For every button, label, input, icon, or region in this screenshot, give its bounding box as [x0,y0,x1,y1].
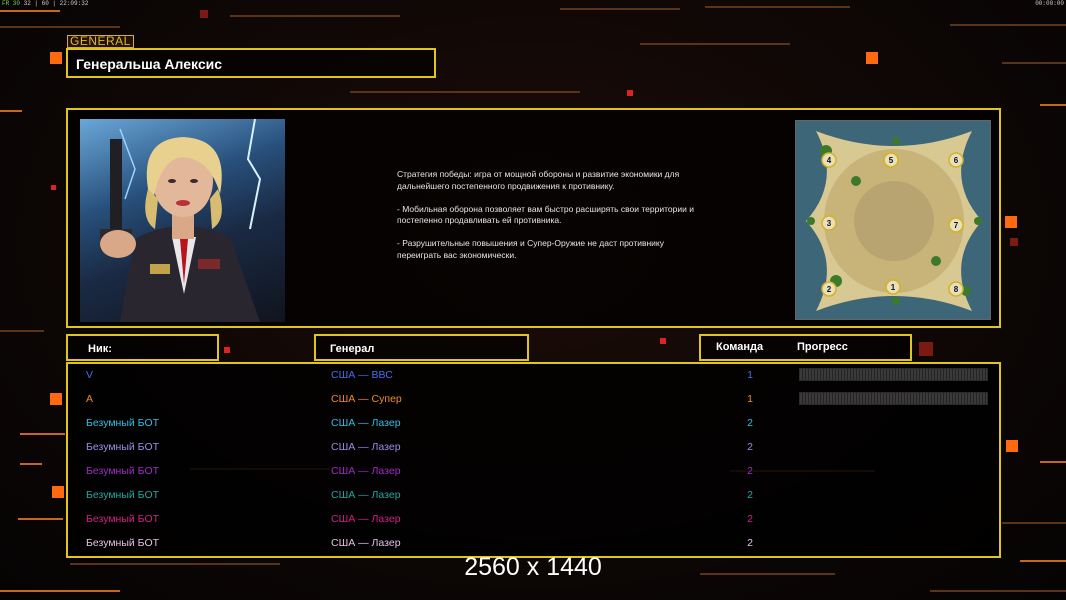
player-general: США — Лазер [331,513,401,525]
player-progress-bar [799,392,988,405]
map-slot-label: 1 [891,283,896,292]
player-team: 1 [747,393,753,405]
player-general: США — Супер [331,393,402,405]
description-paragraph: - Разрушительные повышения и Супер-Оружи… [397,238,664,260]
general-column-label: Генерал [330,343,375,355]
player-nick: Безумный БОТ [86,489,160,501]
map-slot-label: 8 [954,285,959,294]
fps-counter: FR 30 32 | 60 | 22:09:32 [2,0,89,7]
map-slot-label: 4 [827,156,832,165]
general-column-header: Генерал [314,334,529,361]
player-team: 2 [747,465,753,477]
map-slot-label: 5 [889,156,894,165]
player-nick: V [86,369,94,381]
player-team: 2 [747,417,753,429]
nick-column-label: Ник: [88,343,112,355]
player-nick: Безумный БОТ [86,441,160,453]
map-preview: 4 5 6 3 7 2 1 8 [795,120,991,320]
player-general: США — ВВС [331,369,393,381]
strategy-description: Стратегия победы: игра от мощной обороны… [397,169,697,273]
player-nick: Безумный БОТ [86,537,160,549]
player-team: 1 [747,369,753,381]
player-general: США — Лазер [331,441,401,453]
team-column-label: Команда [716,341,764,353]
player-team: 2 [747,441,753,453]
player-row: Безумный БОТ США — Лазер 2 [68,484,999,508]
player-nick: Безумный БОТ [86,417,160,429]
nick-column-header: Ник: [66,334,219,361]
system-status-bar: FR 30 32 | 60 | 22:09:32 00:00:00 [0,0,1066,7]
player-row: Безумный БОТ США — Лазер 2 [68,412,999,436]
map-slot-label: 3 [827,219,832,228]
player-general: США — Лазер [331,465,401,477]
player-nick: Безумный БОТ [86,465,160,477]
progress-column-label: Прогресс [797,341,848,353]
player-row: Безумный БОТ США — Лазер 2 [68,508,999,532]
player-team: 2 [747,537,753,549]
general-portrait [80,119,285,322]
player-nick: A [86,393,94,405]
player-team: 2 [747,513,753,525]
general-info-panel: Стратегия победы: игра от мощной обороны… [66,108,1001,328]
general-name-box: Генеральша Алексис [66,48,436,78]
player-row: V США — ВВС 1 [68,364,999,388]
player-general: США — Лазер [331,489,401,501]
player-row: Безумный БОТ США — Лазер 2 [68,460,999,484]
player-nick: Безумный БОТ [86,513,160,525]
player-progress-bar [799,368,988,381]
player-list: V США — ВВС 1 A США — Супер 1 Безумный БОТ США … [66,362,1001,558]
general-name: Генеральша Алексис [76,56,223,72]
map-slot-label: 6 [954,156,959,165]
map-slot-label: 7 [954,221,959,230]
general-tag: GENERAL [67,35,134,48]
team-progress-column-header: Команда Прогресс [699,334,912,361]
description-paragraph: - Мобильная оборона позволяет вам быстро… [397,203,694,226]
resolution-label: 2560 x 1440 [464,553,602,581]
player-general: США — Лазер [331,537,401,549]
map-slot-label: 2 [827,285,832,294]
player-general: США — Лазер [331,417,401,429]
player-row: A США — Супер 1 [68,388,999,412]
game-clock: 00:00:00 [1035,0,1064,7]
player-team: 2 [747,489,753,501]
player-row: Безумный БОТ США — Лазер 2 [68,436,999,460]
description-paragraph: Стратегия победы: игра от мощной обороны… [397,169,680,191]
